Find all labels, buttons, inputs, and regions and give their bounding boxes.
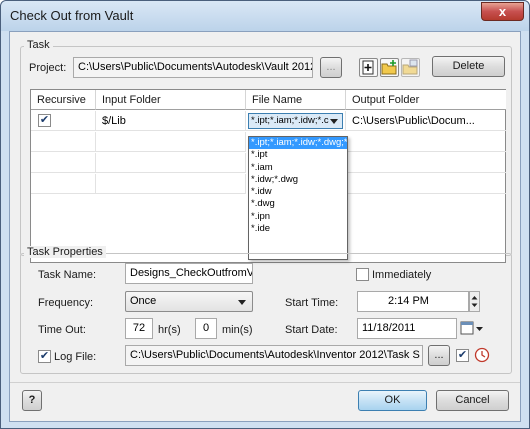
logfile-checkbox[interactable]: ✔: [38, 350, 51, 363]
footer-divider: [10, 382, 520, 383]
mins-unit: min(s): [222, 324, 253, 336]
empty-cell: [31, 132, 96, 152]
logfile-label: Log File:: [54, 351, 97, 363]
help-icon: ?: [28, 394, 36, 406]
task-name-label: Task Name:: [38, 269, 97, 281]
frequency-select[interactable]: Once: [125, 291, 253, 312]
timeout-label: Time Out:: [38, 324, 86, 336]
chevron-down-icon[interactable]: [330, 119, 338, 124]
empty-cell: [31, 153, 96, 173]
calendar-icon[interactable]: [460, 321, 484, 336]
start-time-input[interactable]: 2:14 PM: [357, 291, 469, 312]
col-header-output-folder[interactable]: Output Folder: [346, 90, 506, 110]
start-time-label: Start Time:: [285, 297, 339, 309]
ok-button[interactable]: OK: [358, 390, 427, 411]
empty-cell: [346, 174, 506, 194]
dropdown-option[interactable]: *.ipn: [249, 211, 347, 223]
dropdown-option[interactable]: *.ipt: [249, 149, 347, 161]
task-name-input[interactable]: Designs_CheckOutfromVa: [125, 263, 253, 284]
dropdown-option[interactable]: *.ide: [249, 223, 347, 235]
file-name-value: *.ipt;*.iam;*.idw;*.c: [251, 115, 329, 126]
delete-button[interactable]: Delete: [432, 56, 505, 77]
start-date-label: Start Date:: [285, 324, 338, 336]
logfile-input[interactable]: C:\Users\Public\Documents\Autodesk\Inven…: [125, 345, 423, 366]
dialog-window: Check Out from Vault x Task Project: C:\…: [0, 0, 530, 429]
frequency-label: Frequency:: [38, 297, 94, 309]
frequency-value: Once: [130, 295, 157, 307]
chevron-down-icon[interactable]: [238, 300, 246, 305]
file-name-cell[interactable]: *.ipt;*.iam;*.idw;*.c: [246, 111, 346, 131]
col-header-input-folder[interactable]: Input Folder: [96, 90, 246, 110]
logfile-browse-button[interactable]: ...: [428, 345, 450, 366]
title-bar: Check Out from Vault x: [1, 1, 529, 31]
dropdown-option[interactable]: *.ipt;*.iam;*.idw;*.dwg;*: [249, 137, 347, 150]
timeout-hours-input[interactable]: 72: [125, 318, 153, 339]
dropdown-option[interactable]: *.iam: [249, 162, 347, 174]
recursive-checkbox[interactable]: ✔: [38, 114, 51, 127]
project-browse-button[interactable]: ...: [320, 57, 342, 78]
empty-cell: [96, 132, 246, 152]
empty-cell: [31, 174, 96, 194]
file-name-combo[interactable]: *.ipt;*.iam;*.idw;*.c: [248, 113, 343, 129]
immediately-label: Immediately: [372, 269, 432, 281]
copy-folder-icon[interactable]: [401, 58, 420, 77]
project-field[interactable]: C:\Users\Public\Documents\Autodesk\Vault…: [73, 57, 313, 78]
start-date-input[interactable]: 11/18/2011: [357, 318, 457, 339]
add-task-icon[interactable]: [359, 58, 378, 77]
logfile-enable-checkbox[interactable]: ✔: [456, 349, 469, 362]
add-folder-icon[interactable]: [380, 58, 399, 77]
window-title: Check Out from Vault: [10, 8, 134, 23]
immediately-checkbox[interactable]: [356, 268, 369, 281]
close-button[interactable]: x: [481, 2, 524, 21]
col-header-recursive[interactable]: Recursive: [31, 90, 96, 110]
timeout-mins-input[interactable]: 0: [195, 318, 217, 339]
empty-cell: [346, 153, 506, 173]
dropdown-option[interactable]: *.dwg: [249, 198, 347, 210]
project-label: Project:: [29, 62, 67, 74]
file-name-dropdown-list: *.ipt;*.iam;*.idw;*.dwg;* *.ipt *.iam *.…: [248, 136, 348, 260]
table-row: ✔: [31, 111, 96, 131]
input-folder-cell[interactable]: $/Lib: [96, 111, 246, 131]
clock-icon[interactable]: [474, 347, 490, 363]
hours-unit: hr(s): [158, 324, 181, 336]
empty-cell: [96, 153, 246, 173]
start-time-spinner[interactable]: [469, 291, 480, 312]
task-group-label: Task: [24, 39, 53, 51]
empty-cell: [96, 174, 246, 194]
dropdown-option[interactable]: *.idw: [249, 186, 347, 198]
dialog-client: Task Project: C:\Users\Public\Documents\…: [9, 31, 521, 422]
output-folder-cell[interactable]: C:\Users\Public\Docum...: [346, 111, 506, 131]
empty-cell: [346, 132, 506, 152]
help-button[interactable]: ?: [22, 390, 42, 411]
col-header-file-name[interactable]: File Name: [246, 90, 346, 110]
task-properties-label: Task Properties: [24, 246, 106, 258]
cancel-button[interactable]: Cancel: [436, 390, 509, 411]
dropdown-option[interactable]: *.idw;*.dwg: [249, 174, 347, 186]
